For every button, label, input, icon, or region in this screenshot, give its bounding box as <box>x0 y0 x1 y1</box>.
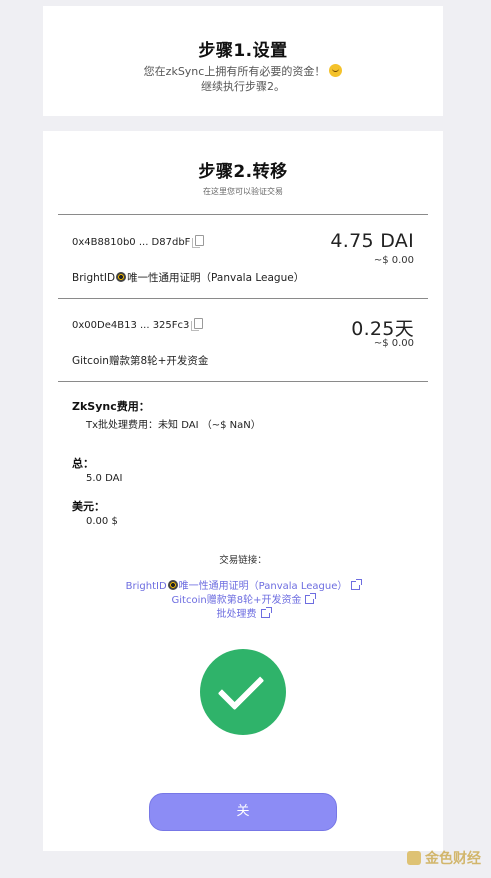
total-value: 5.0 DAI <box>86 473 123 484</box>
fee-label: ZkSync费用： <box>72 400 150 413</box>
transfer-address: 0x00De4B13 ... 325Fc3 <box>72 318 204 331</box>
sun-logo-icon <box>116 272 127 282</box>
copy-icon[interactable] <box>191 318 204 331</box>
external-link-icon[interactable] <box>260 607 272 618</box>
step2-card: 步骤2.转移 在这里您可以验证交易 0x4B8810b0 ... D87dbF … <box>43 131 443 851</box>
links-title: 交易链接： <box>219 555 267 566</box>
transfer-row: 0x4B8810b0 ... D87dbF 4.75 DAI ~$ 0.00 B… <box>72 214 414 298</box>
usd-label: 美元： <box>72 500 105 513</box>
external-link-icon[interactable] <box>305 593 317 604</box>
fee-value: Tx批处理费用：未知 DAI （~$ NaN） <box>86 420 261 431</box>
close-button[interactable]: 关 <box>149 793 337 831</box>
usd-value: 0.00 $ <box>86 516 118 527</box>
sun-logo-icon <box>167 580 178 590</box>
link-batch-fee[interactable]: 批处理费 <box>43 605 443 620</box>
link-gitcoin[interactable]: Gitcoin赠款第8轮+开发资金 <box>43 591 443 606</box>
step1-line2: 继续执行步骤2。 <box>201 80 285 93</box>
step1-line1: 您在zkSync上拥有所有必要的资金！ <box>143 65 326 78</box>
watermark-text: 金色财经 <box>425 851 481 867</box>
step1-message: 您在zkSync上拥有所有必要的资金！ 继续执行步骤2。 <box>43 64 443 94</box>
transfer-usd: ~$ 0.00 <box>373 255 414 266</box>
step1-title: 步骤1.设置 <box>198 41 288 61</box>
transfer-amount: 0.25天 <box>351 318 414 340</box>
transfer-amount: 4.75 DAI <box>330 230 414 252</box>
link-brightid[interactable]: BrightID 唯一性通用证明（Panvala League） <box>43 577 443 592</box>
desc-part: 唯一性通用证明（Panvala League） <box>127 272 305 284</box>
address-text: 0x00De4B13 ... 325Fc3 <box>72 320 190 331</box>
transfer-description: BrightID 唯一性通用证明（Panvala League） <box>72 270 304 285</box>
link-text[interactable]: 批处理费 <box>217 609 257 620</box>
step2-subtitle: 在这里您可以验证交易 <box>203 187 283 196</box>
transfer-row: 0x00De4B13 ... 325Fc3 0.25天 ~$ 0.00 Gitc… <box>72 298 414 382</box>
step2-title: 步骤2.转移 <box>198 162 288 182</box>
watermark-logo-icon <box>407 851 421 865</box>
transfer-usd: ~$ 0.00 <box>373 338 414 349</box>
transfer-address: 0x4B8810b0 ... D87dbF <box>72 235 205 248</box>
step1-card: 步骤1.设置 您在zkSync上拥有所有必要的资金！ 继续执行步骤2。 <box>43 6 443 116</box>
address-text: 0x4B8810b0 ... D87dbF <box>72 237 191 248</box>
watermark: 金色财经 <box>407 848 481 868</box>
desc-part: BrightID <box>72 272 116 284</box>
divider <box>58 381 428 382</box>
check-icon <box>200 649 286 735</box>
external-link-icon[interactable] <box>351 579 363 590</box>
smiley-emoji-icon <box>329 64 343 77</box>
total-label: 总： <box>72 457 94 470</box>
copy-icon[interactable] <box>192 235 205 248</box>
transfer-description: Gitcoin赠款第8轮+开发资金 <box>72 355 209 367</box>
